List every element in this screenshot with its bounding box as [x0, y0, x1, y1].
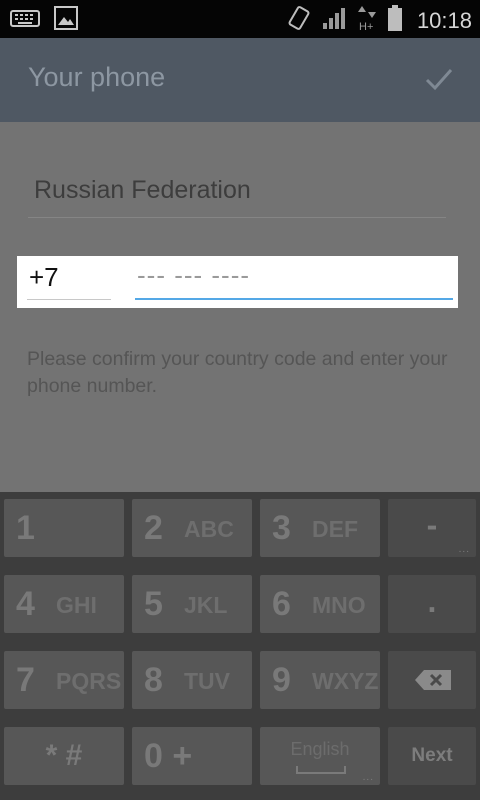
country-code-value: +7 [29, 262, 59, 292]
key-number: 9 [272, 661, 291, 699]
key-1[interactable]: 1 [4, 499, 124, 557]
language-label: English [290, 739, 350, 759]
status-bar: H+ 10:18 [0, 0, 480, 38]
key-5[interactable]: 5 JKL [132, 575, 252, 633]
key-3[interactable]: 3 DEF [260, 499, 380, 557]
key-letters: TUV [184, 668, 230, 694]
page-title: Your phone [28, 62, 166, 92]
key-number: 5 [144, 585, 163, 623]
key-2[interactable]: 2 ABC [132, 499, 252, 557]
numeric-keyboard: 1 2 ABC 3 DEF - ... 4 GHI 5 JKL 6 MNO . … [0, 492, 480, 800]
key-9[interactable]: 9 WXYZ [260, 651, 380, 709]
zero-plus-label: 0 + [144, 737, 193, 775]
key-dot[interactable]: . [388, 575, 476, 633]
key-6[interactable]: 6 MNO [260, 575, 380, 633]
key-more-indicator: ... [458, 544, 470, 555]
action-bar: Your phone [0, 38, 480, 122]
data-hplus-icon: H+ [357, 4, 377, 37]
key-letters: JKL [184, 592, 228, 618]
key-number: 1 [16, 509, 35, 547]
next-button[interactable]: Next [388, 727, 476, 785]
phone-input-row: +7 --- --- ---- [17, 256, 458, 308]
status-time: 10:18 [416, 7, 472, 33]
key-letters: DEF [312, 516, 358, 542]
key-number: 7 [16, 661, 35, 699]
battery-icon [387, 4, 403, 37]
phone-number-placeholder: --- --- ---- [137, 260, 251, 290]
key-0[interactable]: 0 + [132, 727, 252, 785]
key-dash[interactable]: - ... [388, 499, 476, 557]
star-hash-label: * # [45, 739, 83, 772]
image-icon [54, 6, 78, 35]
signal-icon [321, 5, 347, 36]
svg-text:H+: H+ [359, 21, 373, 32]
key-number: 2 [144, 509, 163, 547]
country-selector[interactable]: Russian Federation [28, 162, 446, 218]
keyboard-icon [10, 8, 40, 33]
backspace-icon [415, 670, 451, 690]
key-language[interactable]: English ... [260, 727, 380, 785]
key-star-hash[interactable]: * # [4, 727, 124, 785]
key-number: 6 [272, 585, 291, 623]
key-letters: WXYZ [312, 668, 379, 694]
key-letters: GHI [56, 592, 97, 618]
phone-entry-screen: Your phone Russian Federation +7 --- ---… [0, 38, 480, 492]
key-letters: ABC [184, 516, 234, 542]
dash-label: - [426, 507, 438, 543]
key-number: 4 [16, 585, 35, 623]
confirm-button[interactable] [424, 64, 454, 94]
key-backspace[interactable] [388, 651, 476, 709]
vibrate-icon [287, 5, 311, 36]
key-letters: MNO [312, 592, 366, 618]
country-name: Russian Federation [34, 176, 251, 204]
key-4[interactable]: 4 GHI [4, 575, 124, 633]
checkmark-icon [425, 69, 453, 91]
phone-number-field[interactable]: --- --- ---- [135, 260, 453, 300]
key-7[interactable]: 7 PQRS [4, 651, 124, 709]
key-number: 8 [144, 661, 163, 699]
space-bar-icon [296, 766, 346, 774]
dot-label: . [427, 583, 437, 619]
key-more-indicator: ... [362, 772, 374, 783]
next-label: Next [411, 745, 453, 766]
key-number: 3 [272, 509, 291, 547]
country-code-field[interactable]: +7 [27, 260, 111, 300]
key-8[interactable]: 8 TUV [132, 651, 252, 709]
hint-text: Please confirm your country code and ent… [27, 348, 448, 397]
key-letters: PQRS [56, 668, 122, 694]
